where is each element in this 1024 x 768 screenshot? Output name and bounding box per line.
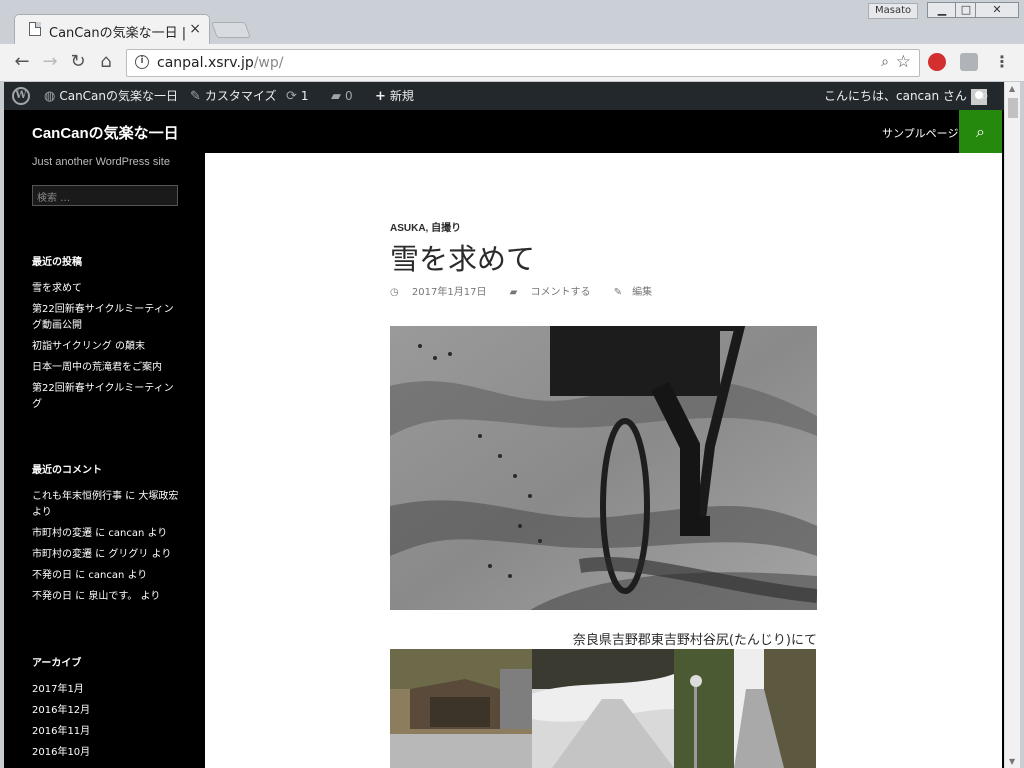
recent-comment-link[interactable]: 不発の日 に 泉山です。 より [32,589,182,605]
adblock-extension-icon[interactable] [928,53,946,71]
updates-icon: ⟳ [286,89,297,104]
archive-link[interactable]: 2017年1月 [32,682,182,698]
recent-post-link[interactable]: 第22回新春サイクルミーティング [32,381,182,413]
admin-customize[interactable]: ✎ カスタマイズ [190,82,277,110]
thumbnail-mountain-road [674,649,816,768]
archive-link[interactable]: 2016年11月 [32,724,182,740]
admin-updates[interactable]: ⟳ 1 [286,82,309,110]
recent-comment-link[interactable]: 市町村の変遷 に グリグリ より [32,547,182,563]
main-content: ASUKA, 自撮り 雪を求めて ◷ 2017年1月17日 ▰ コメントする ✎… [205,153,1002,768]
zoom-icon[interactable]: ⌕ [881,54,889,70]
pencil-icon: ✎ [613,287,623,298]
edit-link[interactable]: ✎ 編集 [614,287,662,298]
dashboard-icon: ◍ [44,89,56,104]
sidebar-search-input[interactable]: 検索 … [32,185,178,206]
site-title[interactable]: CanCanの気楽な一日 [32,122,179,143]
close-tab-icon[interactable]: × [189,21,201,37]
info-icon[interactable]: i [135,55,149,69]
thumbnail-village [390,649,532,768]
recent-post-link[interactable]: 第22回新春サイクルミーティング動画公開 [32,302,182,334]
post-title[interactable]: 雪を求めて [390,236,535,278]
post-categories[interactable]: ASUKA, 自撮り [390,219,461,234]
search-toggle-icon[interactable]: ⌕ [959,110,1002,153]
wp-admin-bar: W ◍ CanCanの気楽な一日 ✎ カスタマイズ ⟳ 1 ▰ 0 + 新規 こんにちは、… [4,82,1004,110]
browser-tab[interactable]: CanCanの気楽な一日 | × [14,14,210,44]
forward-icon[interactable]: → [40,52,60,72]
admin-account[interactable]: こんにちは、cancan さん [824,82,987,110]
admin-search-icon[interactable]: ⌕ [981,82,989,110]
home-icon[interactable]: ⌂ [96,52,116,72]
scroll-down-arrow-icon[interactable]: ▼ [1009,757,1015,766]
recent-comment-link[interactable]: これも年末恒例行事 に 大塚政宏 より [32,489,182,521]
recent-posts-list: 雪を求めて 第22回新春サイクルミーティング動画公開 初詣サイクリング の顛末 … [32,281,182,418]
wordpress-logo-icon[interactable]: W [12,87,30,105]
vertical-scrollbar[interactable]: ▲ ▼ [1004,82,1020,768]
drive-extension-icon[interactable] [960,53,978,71]
archives-title: アーカイブ [32,658,82,669]
scroll-up-arrow-icon[interactable]: ▲ [1009,84,1015,93]
brush-icon: ✎ [190,89,201,104]
scrollbar-thumb[interactable] [1008,98,1018,118]
tab-title: CanCanの気楽な一日 | [49,26,187,41]
recent-comment-link[interactable]: 不発の日 に cancan より [32,568,182,584]
bookmark-star-icon[interactable]: ☆ [896,52,911,72]
comment-bubble-icon: ▰ [331,89,341,104]
browser-toolbar: ← → ↻ ⌂ i canpal.xsrv.jp/wp/ ⌕ ☆ ⋮ [0,44,1024,82]
profile-button[interactable]: Masato [868,3,919,19]
site-header: CanCanの気楽な一日 サンプルページ ⌕ [4,110,1004,153]
browser-titlebar: CanCanの気楽な一日 | × Masato ▁ □ ✕ [0,0,1024,44]
recent-posts-title: 最近の投稿 [32,257,82,268]
sidebar: Just another WordPress site 検索 … 最近の投稿 雪… [4,153,205,768]
comment-link[interactable]: ▰ コメントする [510,287,601,298]
back-icon[interactable]: ← [12,52,32,72]
admin-new[interactable]: + 新規 [375,82,414,110]
recent-comments-list: これも年末恒例行事 に 大塚政宏 より 市町村の変遷 に cancan より 市… [32,489,182,610]
plus-icon: + [375,89,386,104]
recent-post-link[interactable]: 初詣サイクリング の顛末 [32,339,182,355]
post-main-photo [390,326,817,610]
photo-caption: 奈良県吉野郡東吉野村谷尻(たんじり)にて [572,633,817,648]
minimize-button[interactable]: ▁ [927,2,957,18]
recent-comments-title: 最近のコメント [32,465,102,476]
nav-sample-page[interactable]: サンプルページ [882,125,958,141]
clock-icon: ◷ [390,287,399,298]
recent-post-link[interactable]: 雪を求めて [32,281,182,297]
archive-link[interactable]: 2016年12月 [32,703,182,719]
page-icon [29,22,41,36]
recent-post-link[interactable]: 日本一周中の荒滝君をご案内 [32,360,182,376]
site-tagline: Just another WordPress site [32,156,170,168]
close-window-button[interactable]: ✕ [975,2,1019,18]
post-meta: ◷ 2017年1月17日 ▰ コメントする ✎ 編集 [390,283,672,298]
archive-link[interactable]: 2016年10月 [32,745,182,761]
thumbnail-snowy-road [532,649,674,768]
url-text[interactable]: canpal.xsrv.jp/wp/ [157,55,284,71]
page-viewport: W ◍ CanCanの気楽な一日 ✎ カスタマイズ ⟳ 1 ▰ 0 + 新規 こんにちは、… [4,82,1020,768]
admin-site-name[interactable]: ◍ CanCanの気楽な一日 [44,82,178,110]
archives-list: 2017年1月 2016年12月 2016年11月 2016年10月 [32,682,182,766]
admin-comments[interactable]: ▰ 0 [331,82,353,110]
post-date[interactable]: ◷ 2017年1月17日 [390,287,496,298]
reload-icon[interactable]: ↻ [68,52,88,72]
comment-icon: ▰ [509,287,518,298]
recent-comment-link[interactable]: 市町村の変遷 に cancan より [32,526,182,542]
menu-icon[interactable]: ⋮ [994,52,1010,71]
maximize-button[interactable]: □ [955,2,977,18]
new-tab-button[interactable] [211,22,251,38]
address-bar[interactable]: i canpal.xsrv.jp/wp/ ⌕ ☆ [126,49,920,77]
